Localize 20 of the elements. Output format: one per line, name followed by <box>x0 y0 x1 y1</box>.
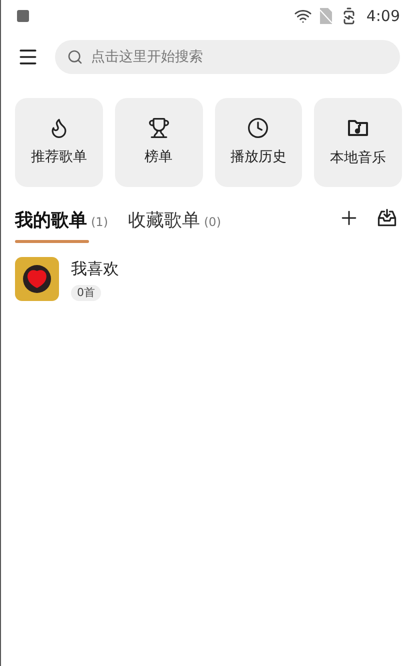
quick-link-tile[interactable]: 本地音乐 <box>314 98 402 187</box>
app-notification-icon <box>17 10 29 22</box>
playlist-name: 我喜欢 <box>71 258 119 280</box>
playlist-cover-icon <box>15 257 59 301</box>
search-input[interactable]: 点击这里开始搜索 <box>91 46 388 68</box>
quick-link-tile[interactable]: 榜单 <box>114 98 202 187</box>
wifi-icon <box>294 7 312 25</box>
search-field[interactable]: 点击这里开始搜索 <box>55 40 400 74</box>
search-icon <box>67 49 83 65</box>
clock-icon <box>247 117 270 139</box>
song-count: 0首 <box>71 285 101 301</box>
playlist-item[interactable]: 我喜欢 0首 <box>15 257 402 301</box>
playlist-tab[interactable]: 我的歌单 (1) <box>15 207 108 243</box>
clock-time: 4:09 <box>366 6 400 27</box>
playlist-tab[interactable]: 收藏歌单 (0) <box>128 207 221 243</box>
no-sim-icon <box>320 8 332 24</box>
trophy-icon <box>148 117 170 139</box>
import-tray-icon[interactable] <box>376 207 398 229</box>
quick-link-tile[interactable]: 推荐歌单 <box>15 98 103 187</box>
quick-link-tile[interactable]: 播放历史 <box>214 98 302 187</box>
